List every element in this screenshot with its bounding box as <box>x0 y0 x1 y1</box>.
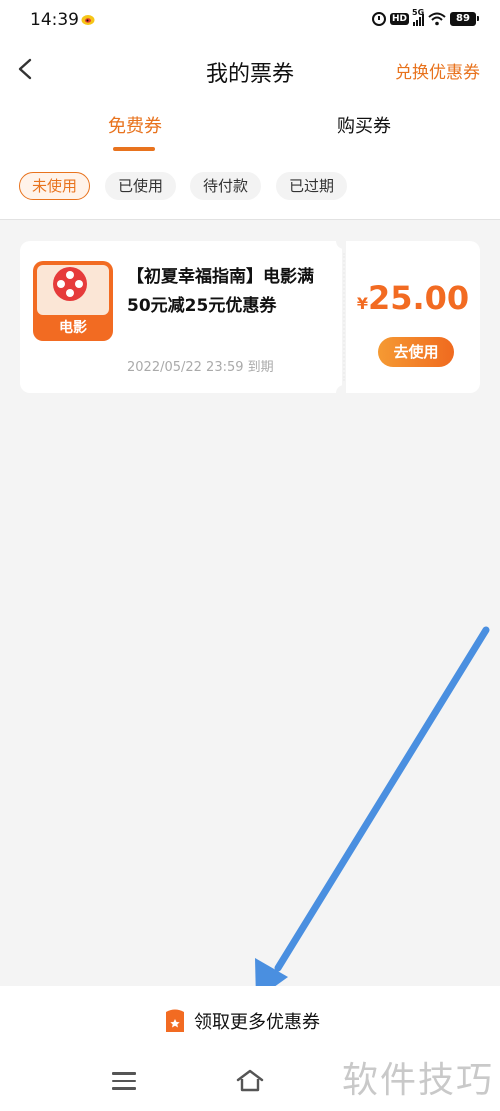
tab-free-coupons[interactable]: 免费券 <box>108 112 162 138</box>
exchange-coupon-button[interactable]: 兑换优惠券 <box>395 58 480 83</box>
coupon-perforation <box>343 253 345 381</box>
active-tab-indicator <box>113 147 155 151</box>
alarm-icon <box>371 12 386 26</box>
battery-icon: 89 <box>450 12 479 26</box>
coupon-title: 【初夏幸福指南】电影满50元减25元优惠券 <box>127 267 314 316</box>
use-coupon-button[interactable]: 去使用 <box>378 337 454 367</box>
status-time: 14:39 <box>30 10 79 30</box>
filter-unused[interactable]: 未使用 <box>19 172 91 200</box>
get-more-coupons-label: 领取更多优惠券 <box>194 1012 320 1033</box>
ticket-icon <box>166 1009 184 1032</box>
coupon-info: 电影 【初夏幸福指南】电影满50元减25元优惠券 2022/05/22 23:5… <box>20 241 342 393</box>
coupon-card[interactable]: 电影 【初夏幸福指南】电影满50元减25元优惠券 2022/05/22 23:5… <box>20 233 480 401</box>
top-section: 14:39 HD 5G 89 我的票券 兑换优惠券 免费券 购买券 未使用 已使… <box>0 0 500 220</box>
filter-used[interactable]: 已使用 <box>105 172 177 200</box>
filter-expired[interactable]: 已过期 <box>276 172 348 200</box>
wifi-icon <box>428 12 446 26</box>
status-icons: HD 5G 89 <box>371 8 479 28</box>
filter-pending-payment[interactable]: 待付款 <box>190 172 262 200</box>
watermark: 软件技巧 <box>341 1060 494 1101</box>
movie-reel-icon: 电影 <box>33 261 113 341</box>
coupon-value-panel: ¥25.00 去使用 <box>346 241 480 393</box>
nav-bar: 我的票券 兑换优惠券 <box>0 44 500 94</box>
status-bar: 14:39 HD 5G 89 <box>0 0 500 40</box>
weibo-icon <box>81 15 95 25</box>
coupon-price: ¥25.00 <box>346 279 480 317</box>
home-icon[interactable] <box>234 1068 266 1094</box>
coupon-expiry: 2022/05/22 23:59 到期 <box>127 360 274 375</box>
get-more-coupons-link[interactable]: 领取更多优惠券 <box>164 1006 320 1036</box>
tab-purchased-coupons[interactable]: 购买券 <box>337 112 391 138</box>
hd-icon: HD <box>389 13 409 25</box>
divider <box>0 219 500 220</box>
movie-category-label: 电影 <box>59 320 87 336</box>
menu-icon[interactable] <box>112 1072 136 1092</box>
price-amount: 25.00 <box>367 279 470 317</box>
network-type: 5G <box>412 8 425 17</box>
signal-icon: 5G <box>412 8 424 26</box>
price-currency: ¥ <box>356 294 368 313</box>
